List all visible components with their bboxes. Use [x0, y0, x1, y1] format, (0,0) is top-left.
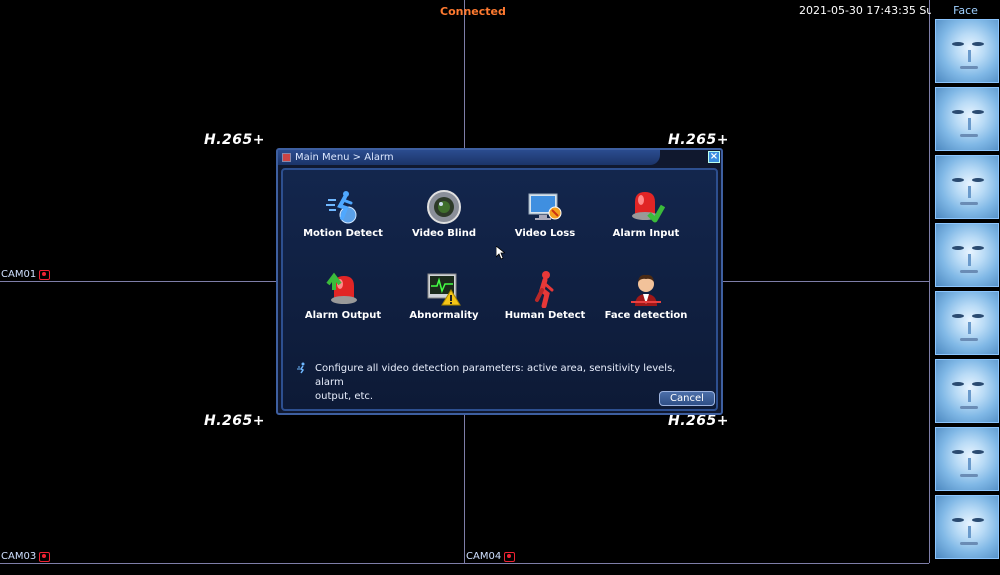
face-thumbnail[interactable]	[935, 427, 999, 491]
codec-label: H.265+	[204, 413, 265, 429]
motion-detect-icon	[324, 188, 362, 226]
hint-text: Configure all video detection parameters…	[297, 362, 697, 404]
face-thumbnail[interactable]	[935, 19, 999, 83]
face-nose	[968, 50, 971, 62]
alarm-output-button[interactable]: Alarm Output	[293, 270, 393, 321]
face-thumbnail[interactable]	[935, 87, 999, 151]
mouse-cursor-icon	[495, 245, 507, 264]
item-label: Alarm Input	[612, 228, 680, 239]
record-icon	[504, 551, 516, 562]
face-mouth	[960, 474, 978, 477]
item-label: Human Detect	[504, 310, 586, 321]
face-nose	[968, 118, 971, 130]
face-mouth	[960, 202, 978, 205]
info-runner-icon	[297, 362, 307, 374]
face-eye	[972, 518, 984, 522]
video-loss-icon	[526, 188, 564, 226]
alarm-input-button[interactable]: Alarm Input	[596, 188, 696, 239]
face-eye	[972, 178, 984, 182]
alarm-dialog: Main Menu > Alarm × Motion Detect Video …	[276, 148, 723, 415]
dialog-title-bar[interactable]: Main Menu > Alarm	[278, 150, 660, 165]
face-eye	[972, 450, 984, 454]
face-mouth	[960, 134, 978, 137]
alarm-output-icon	[324, 270, 362, 308]
cancel-button[interactable]: Cancel	[659, 391, 715, 406]
item-label: Video Blind	[411, 228, 477, 239]
breadcrumb: Main Menu > Alarm	[295, 152, 394, 163]
face-eye	[972, 314, 984, 318]
camera-label-cam04[interactable]: CAM04	[466, 551, 516, 562]
face-mouth	[960, 542, 978, 545]
item-label: Face detection	[604, 310, 688, 321]
dialog-body: Motion Detect Video Blind Video Loss Ala…	[281, 168, 718, 411]
abnormality-button[interactable]: Abnormality	[394, 270, 494, 321]
camera-label-cam03[interactable]: CAM03	[1, 551, 51, 562]
item-label: Video Loss	[514, 228, 576, 239]
camera-label-cam01[interactable]: CAM01	[1, 269, 51, 280]
face-thumbnail[interactable]	[935, 155, 999, 219]
face-nose	[968, 186, 971, 198]
item-label: Abnormality	[409, 310, 479, 321]
face-panel-title: Face	[953, 4, 978, 17]
face-nose	[968, 526, 971, 538]
abnormality-icon	[425, 270, 463, 308]
face-detection-button[interactable]: Face detection	[596, 270, 696, 321]
camera-name: CAM03	[1, 551, 37, 562]
item-label: Motion Detect	[303, 228, 383, 239]
face-mouth	[960, 66, 978, 69]
face-nose	[968, 390, 971, 402]
close-button[interactable]: ×	[708, 151, 720, 163]
face-nose	[968, 322, 971, 334]
hint-line: output, etc.	[315, 391, 374, 402]
video-blind-icon	[425, 188, 463, 226]
video-loss-button[interactable]: Video Loss	[495, 188, 595, 239]
face-eye	[952, 382, 964, 386]
menu-icon	[282, 153, 291, 162]
face-detection-icon	[627, 270, 665, 308]
face-eye	[972, 42, 984, 46]
camera-name: CAM01	[1, 269, 37, 280]
face-mouth	[960, 406, 978, 409]
face-eye	[952, 314, 964, 318]
face-eye	[952, 518, 964, 522]
codec-label: H.265+	[668, 413, 729, 429]
face-thumbnail[interactable]	[935, 359, 999, 423]
motion-detect-button[interactable]: Motion Detect	[293, 188, 393, 239]
record-icon	[39, 551, 51, 562]
codec-label: H.265+	[204, 132, 265, 148]
face-eye	[952, 450, 964, 454]
face-eye	[952, 42, 964, 46]
camera-name: CAM04	[466, 551, 502, 562]
record-icon	[39, 269, 51, 280]
hint-line: Configure all video detection parameters…	[315, 363, 676, 388]
face-eye	[952, 178, 964, 182]
alarm-input-icon	[627, 188, 666, 226]
face-eye	[972, 246, 984, 250]
codec-label: H.265+	[668, 132, 729, 148]
face-nose	[968, 458, 971, 470]
face-thumbnail[interactable]	[935, 291, 999, 355]
human-detect-button[interactable]: Human Detect	[495, 270, 595, 321]
human-detect-icon	[526, 270, 564, 309]
grid-divider-right	[929, 0, 930, 563]
face-mouth	[960, 338, 978, 341]
face-eye	[952, 110, 964, 114]
face-thumbnail[interactable]	[935, 223, 999, 287]
face-panel: Face	[931, 0, 1000, 575]
video-blind-button[interactable]: Video Blind	[394, 188, 494, 239]
grid-divider-bottom	[0, 563, 929, 564]
face-nose	[968, 254, 971, 266]
face-thumbnail[interactable]	[935, 495, 999, 559]
item-label: Alarm Output	[304, 310, 382, 321]
face-eye	[972, 382, 984, 386]
datetime: 2021-05-30 17:43:35 Sun	[799, 4, 941, 17]
connection-status: Connected	[440, 5, 506, 18]
face-mouth	[960, 270, 978, 273]
face-eye	[952, 246, 964, 250]
face-eye	[972, 110, 984, 114]
